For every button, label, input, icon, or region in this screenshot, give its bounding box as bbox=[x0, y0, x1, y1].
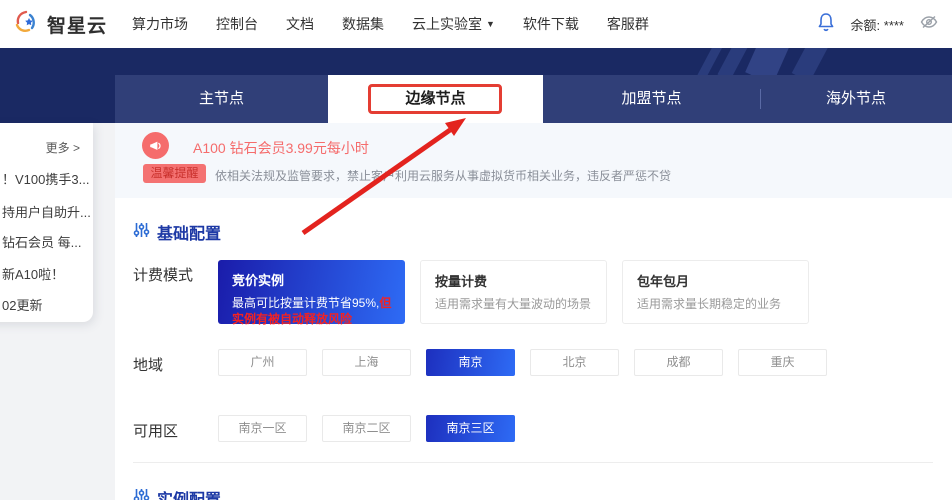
chevron-down-icon: ▼ bbox=[486, 19, 495, 29]
logo[interactable]: 智星云 bbox=[0, 9, 120, 40]
nav-item-console[interactable]: 控制台 bbox=[216, 14, 258, 34]
nav-item-docs[interactable]: 文档 bbox=[286, 14, 314, 34]
notice-badge: 温馨提醒 bbox=[143, 164, 206, 183]
region-option-guangzhou[interactable]: 广州 bbox=[218, 349, 307, 376]
sliders-icon bbox=[133, 488, 150, 500]
region-option-chongqing[interactable]: 重庆 bbox=[738, 349, 827, 376]
instance-config-header: 实例配置 bbox=[133, 486, 221, 500]
annotation-highlight-box bbox=[368, 84, 502, 114]
announcement-item[interactable]: 钻石会员 每... bbox=[2, 232, 81, 251]
tab-franchise-node[interactable]: 加盟节点 bbox=[543, 75, 760, 123]
node-tabs: 主节点 边缘节点 加盟节点 海外节点 bbox=[115, 75, 952, 123]
announcement-item[interactable]: 新A10啦！ bbox=[2, 264, 64, 283]
region-option-chengdu[interactable]: 成都 bbox=[634, 349, 723, 376]
billing-option-desc: 适用需求量有大量波动的场景 bbox=[435, 297, 592, 311]
region-label: 地域 bbox=[133, 357, 164, 374]
decorative-stripes bbox=[717, 48, 749, 75]
billing-option-desc: 最高可比按量计费节省95%,但实例有被自动释放风险 bbox=[232, 296, 392, 326]
logo-icon bbox=[12, 9, 38, 40]
region-option-beijing[interactable]: 北京 bbox=[530, 349, 619, 376]
billing-mode-label: 计费模式 bbox=[133, 267, 194, 284]
billing-option-title: 按量计费 bbox=[435, 274, 488, 289]
nav-item-support-group[interactable]: 客服群 bbox=[607, 14, 649, 34]
navy-banner-band bbox=[0, 48, 952, 75]
billing-option-spot[interactable]: 竞价实例 最高可比按量计费节省95%,但实例有被自动释放风险 bbox=[218, 260, 405, 326]
nav-item-datasets[interactable]: 数据集 bbox=[342, 14, 384, 34]
zone-label: 可用区 bbox=[133, 423, 179, 440]
zone-option-3[interactable]: 南京三区 bbox=[426, 415, 515, 442]
nav-right-group: 余额: **** bbox=[817, 12, 952, 37]
megaphone-icon bbox=[142, 132, 169, 159]
navy-left-patch bbox=[0, 75, 115, 123]
tab-overseas-node[interactable]: 海外节点 bbox=[760, 75, 952, 123]
basic-config-header: 基础配置 bbox=[133, 220, 221, 244]
instance-config-title: 实例配置 bbox=[157, 486, 221, 500]
billing-option-title: 包年包月 bbox=[637, 274, 690, 289]
promo-strip: A100 钻石会员3.99元每小时 温馨提醒 依相关法规及监管要求，禁止客户利用… bbox=[115, 123, 952, 198]
top-navigation: 智星云 算力市场 控制台 文档 数据集 云上实验室 ▼ 软件下载 客服群 余额:… bbox=[0, 0, 952, 48]
billing-option-desc: 适用需求量长期稳定的业务 bbox=[637, 297, 782, 311]
announcement-item[interactable]: 持用户自助升... bbox=[2, 202, 91, 221]
zone-option-2[interactable]: 南京二区 bbox=[322, 415, 411, 442]
billing-option-title: 竞价实例 bbox=[232, 273, 285, 288]
nav-item-downloads[interactable]: 软件下载 bbox=[523, 14, 579, 34]
decorative-stripes bbox=[745, 48, 789, 75]
configuration-panel: 基础配置 计费模式 竞价实例 最高可比按量计费节省95%,但实例有被自动释放风险… bbox=[115, 198, 952, 500]
decorative-stripes bbox=[791, 48, 829, 75]
billing-option-subscription[interactable]: 包年包月 适用需求量长期稳定的业务 bbox=[622, 260, 809, 324]
nav-menu: 算力市场 控制台 文档 数据集 云上实验室 ▼ 软件下载 客服群 bbox=[132, 14, 649, 34]
region-option-nanjing[interactable]: 南京 bbox=[426, 349, 515, 376]
sliders-icon bbox=[133, 222, 150, 243]
nav-item-cloud-lab[interactable]: 云上实验室 ▼ bbox=[412, 14, 495, 34]
zone-option-1[interactable]: 南京一区 bbox=[218, 415, 307, 442]
bell-icon[interactable] bbox=[817, 12, 835, 37]
billing-option-ondemand[interactable]: 按量计费 适用需求量有大量波动的场景 bbox=[420, 260, 607, 324]
tab-main-node[interactable]: 主节点 bbox=[115, 75, 328, 123]
logo-text: 智星云 bbox=[47, 15, 108, 37]
eye-off-icon[interactable] bbox=[920, 15, 938, 34]
notice-text: 依相关法规及监管要求，禁止客户利用云服务从事虚拟货币相关业务，违反者严惩不贷 bbox=[215, 169, 672, 183]
nav-item-market[interactable]: 算力市场 bbox=[132, 14, 188, 34]
section-divider bbox=[133, 462, 933, 463]
announcement-item[interactable]: ！V100携手3... bbox=[2, 169, 89, 188]
more-link[interactable]: 更多 > bbox=[46, 139, 80, 156]
announcement-item[interactable]: 02更新 bbox=[2, 295, 42, 314]
region-option-shanghai[interactable]: 上海 bbox=[322, 349, 411, 376]
balance-label: 余额: **** bbox=[850, 17, 904, 33]
announcements-panel: 更多 > ！V100携手3... 持用户自助升... 钻石会员 每... 新A1… bbox=[0, 123, 93, 322]
promo-headline[interactable]: A100 钻石会员3.99元每小时 bbox=[193, 138, 369, 158]
basic-config-title: 基础配置 bbox=[157, 226, 222, 243]
